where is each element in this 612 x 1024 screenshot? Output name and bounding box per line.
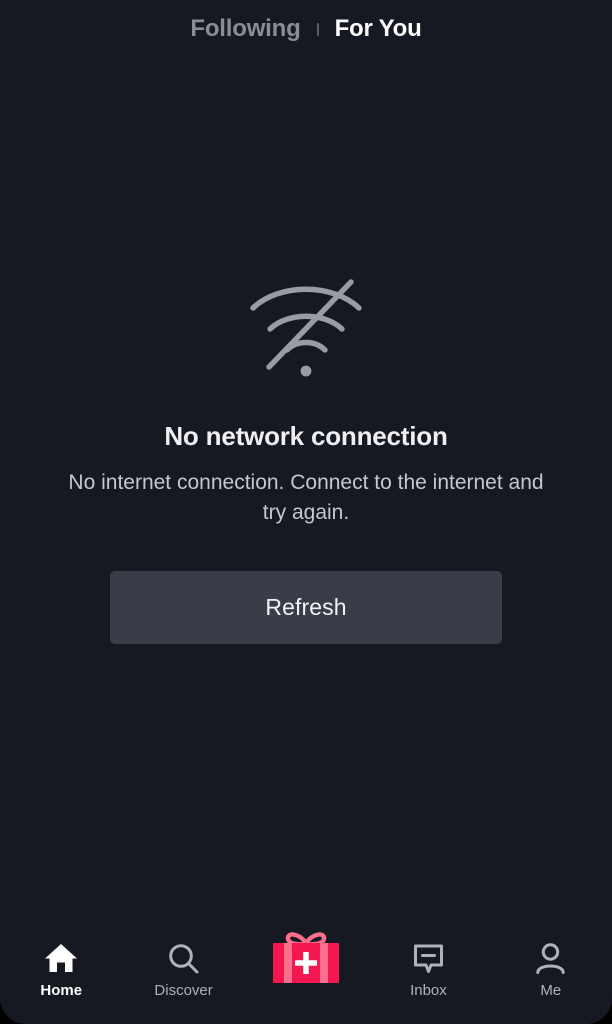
nav-item-create[interactable] [245, 932, 367, 1024]
nav-item-discover[interactable]: Discover [122, 940, 244, 1024]
nav-item-inbox[interactable]: Inbox [367, 940, 489, 1024]
nav-item-me[interactable]: Me [490, 940, 612, 1024]
wifi-off-icon [250, 279, 362, 377]
tab-for-you[interactable]: For You [319, 17, 438, 41]
nav-label-discover: Discover [154, 982, 213, 999]
home-icon [44, 940, 78, 976]
refresh-button[interactable]: Refresh [110, 571, 502, 644]
search-icon [167, 940, 200, 976]
empty-state-subtitle: No internet connection. Connect to the i… [68, 471, 544, 524]
tiktok-app-screen: Following For You No network connection … [0, 0, 612, 1024]
nav-label-home: Home [40, 982, 83, 999]
no-network-empty-state: No network connection No internet connec… [0, 270, 612, 644]
tab-following[interactable]: Following [174, 17, 316, 41]
feed-tab-bar: Following For You [0, 0, 612, 58]
nav-label-inbox: Inbox [410, 982, 447, 999]
bottom-navigation-bar: Home Discover Inbox Me [0, 928, 612, 1024]
gift-add-icon [261, 932, 351, 983]
nav-label-me: Me [540, 982, 562, 999]
empty-state-title: No network connection [164, 421, 448, 451]
wifi-dot-icon [300, 365, 312, 377]
inbox-icon [412, 940, 445, 976]
profile-icon [534, 940, 567, 976]
nav-item-home[interactable]: Home [0, 940, 122, 1024]
